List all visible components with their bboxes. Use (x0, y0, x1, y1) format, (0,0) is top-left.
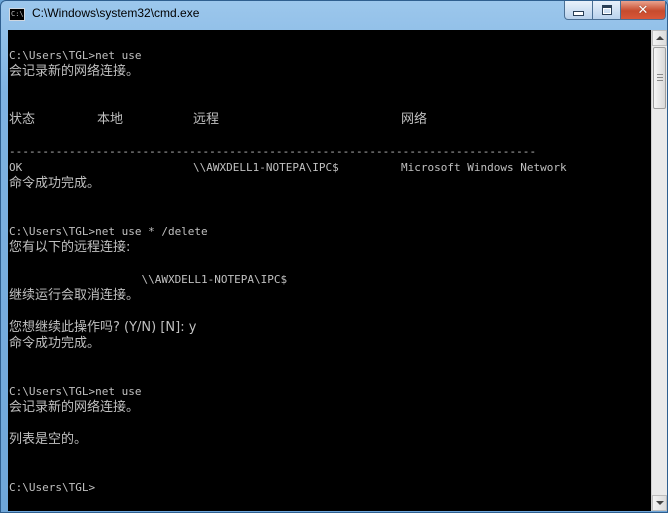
console-line: 列表是空的。 (9, 432, 88, 447)
table-cell-remote: \\AWXDELL1-NOTEPA\IPC$ (193, 161, 339, 174)
arrow-down-icon (655, 501, 664, 505)
console-line: 命令成功完成。 (9, 176, 101, 191)
console-line: 继续运行会取消连接。 (9, 288, 140, 303)
title-bar[interactable]: C:\ C:\Windows\system32\cmd.exe ✕ (1, 1, 667, 29)
maximize-icon (601, 5, 612, 15)
console-line: C:\Users\TGL>net use * /delete (9, 225, 208, 238)
console-line: 您有以下的远程连接: (9, 240, 131, 255)
window-title: C:\Windows\system32\cmd.exe (32, 6, 200, 20)
close-icon: ✕ (637, 2, 649, 18)
table-separator: ----------------------------------------… (9, 145, 537, 158)
minimize-icon (573, 10, 584, 16)
console-output[interactable]: C:\Users\TGL>net use 会记录新的网络连接。 状态 本地 远程… (8, 30, 651, 511)
arrow-up-icon (655, 36, 664, 40)
table-header-status: 状态 (9, 112, 36, 127)
table-header-remote: 远程 (193, 112, 220, 127)
table-cell-status: OK (9, 161, 23, 174)
close-button[interactable]: ✕ (620, 1, 666, 20)
scroll-up-button[interactable] (652, 30, 667, 46)
vertical-scrollbar[interactable] (651, 30, 667, 511)
console-line: \\AWXDELL1-NOTEPA\IPC$ (9, 273, 288, 286)
grip-icon (657, 80, 663, 81)
table-header-network: 网络 (401, 112, 428, 127)
maximize-button[interactable] (592, 1, 621, 20)
cmd-window: C:\ C:\Windows\system32\cmd.exe ✕ C:\Use… (0, 0, 668, 513)
table-header-local: 本地 (97, 112, 124, 127)
scroll-down-button[interactable] (652, 495, 667, 511)
grip-icon (657, 77, 663, 78)
table-cell-network: Microsoft Windows Network (401, 161, 567, 174)
console-line: C:\Users\TGL>net use (9, 49, 142, 62)
scroll-thumb[interactable] (653, 47, 666, 109)
console-line: 您想继续此操作吗? (Y/N) [N]: y (9, 320, 197, 335)
console-app-icon[interactable]: C:\ (9, 8, 25, 21)
console-line: 会记录新的网络连接。 (9, 400, 140, 415)
console-line: C:\Users\TGL>net use (9, 385, 142, 398)
console-line: 会记录新的网络连接。 (9, 64, 140, 79)
console-line: 命令成功完成。 (9, 336, 101, 351)
console-prompt: C:\Users\TGL> (9, 481, 96, 494)
minimize-button[interactable] (564, 1, 593, 20)
grip-icon (657, 74, 663, 75)
